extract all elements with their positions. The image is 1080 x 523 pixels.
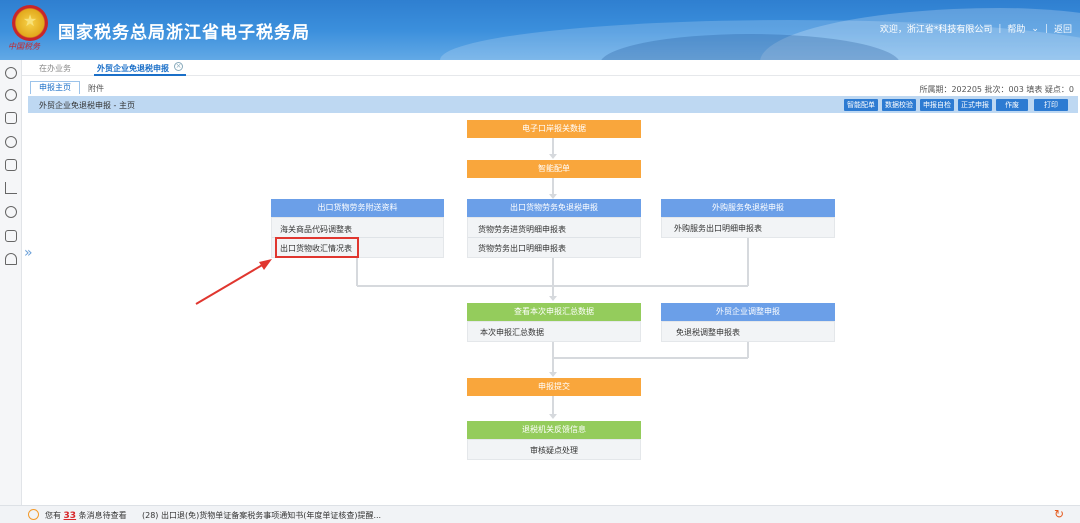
annotation-arrow: [195, 259, 272, 305]
export-detail-link[interactable]: 货物劳务出口明细申报表: [478, 243, 566, 254]
refund-adjust-link[interactable]: 免退税调整申报表: [676, 327, 740, 338]
export-attach-header: 出口货物劳务附送资料: [271, 199, 444, 217]
adjust-panel: 免退税调整申报表: [661, 321, 835, 342]
adjust-header: 外贸企业调整申报: [661, 303, 835, 321]
step-customs-data[interactable]: 电子口岸报关数据: [467, 120, 641, 138]
service-refund-header: 外购服务免退税申报: [661, 199, 835, 217]
message-prefix: 您有: [45, 511, 61, 520]
feedback-header: 退税机关反馈信息: [467, 421, 641, 439]
summary-data-link[interactable]: 本次申报汇总数据: [480, 327, 544, 338]
submit-step[interactable]: 申报提交: [467, 378, 641, 396]
summary-header: 查看本次申报汇总数据: [467, 303, 641, 321]
feedback-panel: 审核疑点处理: [467, 439, 641, 460]
bell-icon: [28, 509, 39, 520]
refresh-icon[interactable]: ↻: [1054, 507, 1064, 521]
export-refund-header: 出口货物劳务免退税申报: [467, 199, 641, 217]
news-ticker[interactable]: (28) 出口退(免)货物单证备案税务事项通知书(年度单证核查)提醒...: [142, 510, 381, 521]
export-refund-panel: 货物劳务进货明细申报表 货物劳务出口明细申报表: [467, 217, 641, 258]
service-export-detail-link[interactable]: 外购服务出口明细申报表: [674, 223, 762, 234]
message-count-number[interactable]: 33: [64, 511, 77, 521]
step-smart-match[interactable]: 智能配单: [467, 160, 641, 178]
divider: [468, 237, 640, 238]
message-count[interactable]: 您有 33 条消息待查看: [45, 510, 127, 521]
customs-code-adjust-link[interactable]: 海关商品代码调整表: [280, 224, 352, 235]
audit-doubt-link[interactable]: 审核疑点处理: [468, 445, 640, 456]
purchase-detail-link[interactable]: 货物劳务进货明细申报表: [478, 224, 566, 235]
status-footer: 您有 33 条消息待查看 (28) 出口退(免)货物单证备案税务事项通知书(年度…: [0, 505, 1080, 523]
service-refund-panel: 外购服务出口明细申报表: [661, 217, 835, 238]
highlight-box: [275, 237, 359, 258]
summary-panel: 本次申报汇总数据: [467, 321, 641, 342]
message-suffix: 条消息待查看: [78, 511, 127, 520]
